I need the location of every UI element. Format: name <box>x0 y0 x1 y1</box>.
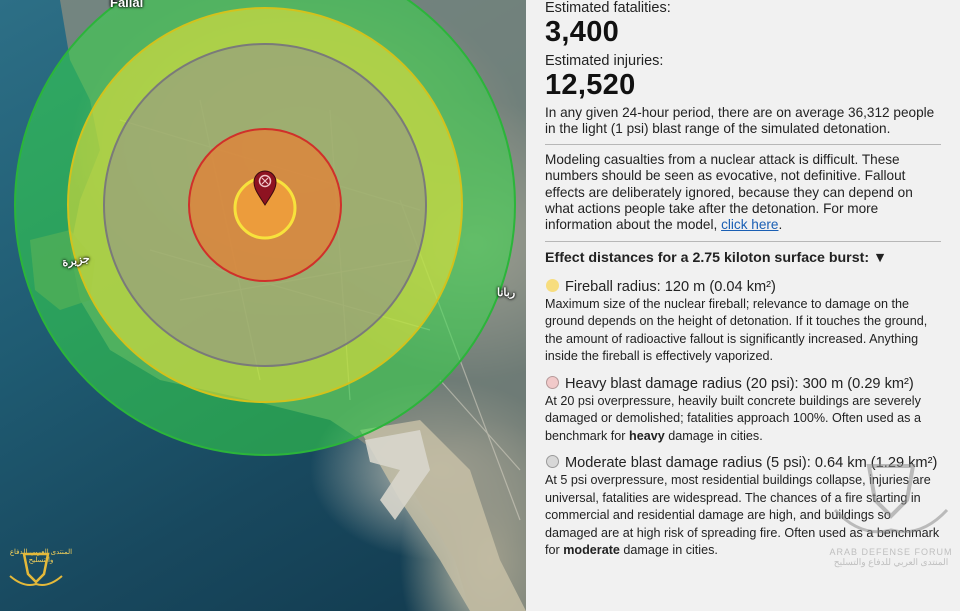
moderate-blast-description: At 5 psi overpressure, most residential … <box>545 472 941 560</box>
collapse-toggle-icon[interactable]: ▼ <box>873 250 887 266</box>
divider <box>545 240 941 242</box>
disclaimer-end: . <box>778 217 783 233</box>
moderate-blast-title-row[interactable]: Moderate blast damage radius (5 psi): 0.… <box>545 454 941 472</box>
fatalities-label: Estimated fatalities: <box>545 0 671 16</box>
divider <box>545 143 941 145</box>
injuries-value: 12,520 <box>545 69 636 101</box>
fireball-title-row[interactable]: Fireball radius: 120 m (0.04 km²) <box>545 278 941 296</box>
fireball-title: Fireball radius: 120 m (0.04 km²) <box>565 278 776 295</box>
moderate-blast-swatch-icon <box>546 455 559 469</box>
heavy-desc-end: damage in cities. <box>664 428 763 443</box>
info-panel: Estimated fatalities: 3,400 Estimated in… <box>526 0 960 611</box>
disclaimer-text: Modeling casualties from a nuclear attac… <box>545 152 941 234</box>
fatalities-value: 3,400 <box>545 16 620 48</box>
heavy-blast-description: At 20 psi overpressure, heavily built co… <box>545 393 941 446</box>
heavy-desc-bold: heavy <box>629 428 665 443</box>
moderate-desc-bold: moderate <box>563 543 620 558</box>
moderate-blast-title: Moderate blast damage radius (5 psi): 0.… <box>565 455 938 472</box>
population-note: In any given 24-hour period, there are o… <box>545 105 935 137</box>
model-info-link[interactable]: click here <box>721 217 778 232</box>
effects-header[interactable]: Effect distances for a 2.75 kiloton surf… <box>545 249 941 267</box>
effects-header-text: Effect distances for a 2.75 kiloton surf… <box>545 249 865 266</box>
location-pin-icon[interactable] <box>0 0 526 611</box>
fireball-swatch-icon <box>546 278 559 292</box>
fireball-description: Maximum size of the nuclear fireball; re… <box>545 296 928 364</box>
map-label-district: ربانا <box>497 287 516 299</box>
effects-header-colon: : <box>864 249 870 266</box>
map-view[interactable]: Fallal جزيرة ربانا المنتدى العربي للدفاع… <box>0 0 526 611</box>
heavy-blast-title-row[interactable]: Heavy blast damage radius (20 psi): 300 … <box>545 375 941 393</box>
heavy-blast-swatch-icon <box>546 375 559 389</box>
map-label-top: Fallal <box>110 0 144 10</box>
moderate-desc-end: damage in cities. <box>619 543 718 558</box>
injuries-label: Estimated injuries: <box>545 53 664 69</box>
heavy-blast-title: Heavy blast damage radius (20 psi): 300 … <box>565 375 914 392</box>
